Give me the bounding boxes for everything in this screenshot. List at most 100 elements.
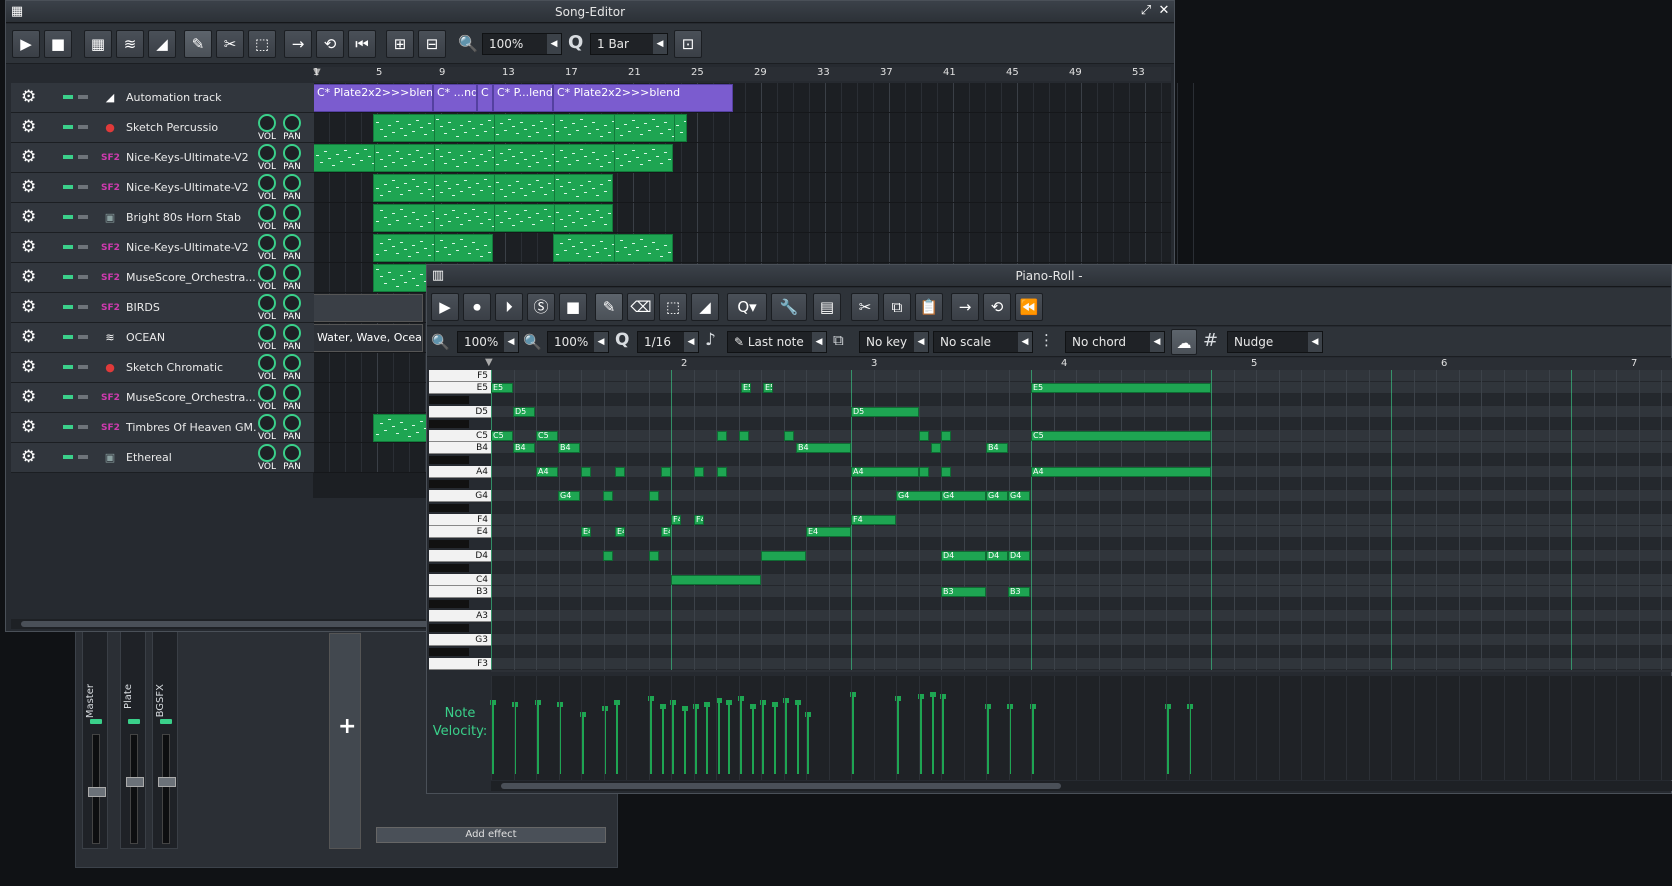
note-grid[interactable]: E5 E5 E5 E5 D5 D5 C5 C5 C5 B4 B4 B4 B4 A4 A4 A4 G4 G4 G4 G4…	[491, 370, 1672, 672]
piano-roll-ruler[interactable]: ▼ 2 3 4 5 6 7	[485, 357, 1672, 370]
note[interactable]	[671, 575, 761, 585]
solo-button[interactable]	[78, 125, 88, 129]
gear-icon[interactable]: ⚙	[21, 207, 36, 227]
stop-behaviour-button[interactable]: ⏪	[1015, 293, 1043, 321]
note[interactable]: A4	[851, 467, 919, 477]
mute-button[interactable]	[63, 365, 73, 369]
mute-button[interactable]	[63, 185, 73, 189]
pattern-clip[interactable]	[373, 114, 687, 142]
track-row[interactable]: ⚙ ● Sketch Percussio VOL PAN	[11, 113, 314, 143]
note[interactable]: E5	[741, 383, 751, 393]
piano-roll-scrollbar[interactable]	[491, 781, 1672, 791]
gear-icon[interactable]: ⚙	[21, 327, 36, 347]
proportional-snap-button[interactable]: ⊡	[674, 30, 702, 58]
gear-icon[interactable]: ⚙	[21, 117, 36, 137]
white-key[interactable]: A3	[429, 610, 491, 622]
white-key[interactable]: D4	[429, 550, 491, 562]
ocean-sample-clip[interactable]: Water, Wave, Ocean,	[313, 324, 423, 352]
solo-button[interactable]	[78, 425, 88, 429]
scrollbar-thumb[interactable]	[501, 783, 1061, 789]
remove-bar-button[interactable]: ⊟	[418, 30, 446, 58]
ghost-notes-button[interactable]: ☁	[1171, 329, 1197, 355]
black-key[interactable]	[429, 396, 469, 404]
velocity-bar[interactable]	[930, 692, 936, 774]
mute-button[interactable]	[63, 395, 73, 399]
pan-knob[interactable]: PAN	[281, 234, 303, 262]
white-key[interactable]: D5	[429, 406, 491, 418]
velocity-bar[interactable]	[670, 700, 676, 774]
note[interactable]	[717, 467, 727, 477]
gear-icon[interactable]: ⚙	[21, 147, 36, 167]
black-key[interactable]	[429, 504, 469, 512]
velocity-bar[interactable]	[738, 696, 744, 774]
white-key[interactable]: C5	[429, 430, 491, 442]
volume-knob[interactable]: VOL	[256, 354, 278, 382]
solo-button[interactable]	[78, 95, 88, 99]
note[interactable]	[931, 443, 941, 453]
fader-knob[interactable]	[126, 777, 144, 787]
volume-knob[interactable]: VOL	[256, 174, 278, 202]
draw-mode-button[interactable]: ✎	[184, 30, 212, 58]
gear-icon[interactable]: ⚙	[21, 297, 36, 317]
note[interactable]: B4	[986, 443, 1008, 453]
note[interactable]	[581, 467, 591, 477]
volume-knob[interactable]: VOL	[256, 204, 278, 232]
record-while-playing-button[interactable]: ⏵	[495, 293, 523, 321]
pan-knob[interactable]: PAN	[281, 444, 303, 472]
volume-knob[interactable]: VOL	[256, 414, 278, 442]
velocity-bar[interactable]	[783, 698, 789, 774]
velocity-bar[interactable]	[1165, 704, 1171, 774]
automation-clip[interactable]: C	[477, 84, 493, 112]
note[interactable]: E4	[806, 527, 851, 537]
white-key[interactable]: E5	[429, 382, 491, 394]
black-key[interactable]	[429, 648, 469, 656]
knife-mode-button[interactable]: ✂	[216, 30, 244, 58]
note[interactable]	[941, 431, 951, 441]
white-key[interactable]: F4	[429, 514, 491, 526]
clip-menu-button[interactable]: ▤	[813, 293, 841, 321]
velocity-bar[interactable]	[918, 694, 924, 774]
track-row[interactable]: ⚙ SF2 MuseScore_Orchestra... VOL PAN	[11, 263, 314, 293]
insert-bar-button[interactable]: ⊞	[386, 30, 414, 58]
auto-scroll-button[interactable]: →	[284, 30, 312, 58]
pan-knob[interactable]: PAN	[281, 294, 303, 322]
mute-button[interactable]	[63, 155, 73, 159]
play-button[interactable]: ▶	[12, 30, 40, 58]
stop-behaviour-button[interactable]: ⏮	[348, 30, 376, 58]
pattern-clip[interactable]	[373, 414, 433, 442]
record-song-button[interactable]: Ⓢ	[527, 293, 555, 321]
scale-combo[interactable]: No scale ◀	[933, 331, 1033, 353]
solo-button[interactable]	[78, 275, 88, 279]
mute-button[interactable]	[63, 215, 73, 219]
note[interactable]: E4	[661, 527, 671, 537]
quantize-combo[interactable]: 1 Bar ◀	[590, 33, 668, 55]
white-key[interactable]: B4	[429, 442, 491, 454]
velocity-bar[interactable]	[750, 704, 756, 774]
note[interactable]: G4	[1008, 491, 1030, 501]
note[interactable]: D5	[851, 407, 919, 417]
pattern-clip[interactable]	[313, 144, 673, 172]
record-button[interactable]: ⏺	[463, 293, 491, 321]
mute-button[interactable]	[63, 455, 73, 459]
track-row[interactable]: ⚙ ≋ OCEAN VOL PAN	[11, 323, 314, 353]
solo-button[interactable]	[78, 245, 88, 249]
pattern-clip[interactable]	[373, 204, 613, 232]
stop-button[interactable]: ■	[44, 30, 72, 58]
solo-button[interactable]	[78, 215, 88, 219]
pattern-clip[interactable]	[373, 174, 613, 202]
note[interactable]: E4	[615, 527, 625, 537]
velocity-bar[interactable]	[704, 702, 710, 774]
white-key[interactable]: G4	[429, 490, 491, 502]
pan-knob[interactable]: PAN	[281, 114, 303, 142]
mute-button[interactable]	[63, 275, 73, 279]
pattern-clip[interactable]	[373, 264, 433, 292]
sample-clip[interactable]	[313, 294, 423, 322]
track-row[interactable]: ⚙ SF2 Nice-Keys-Ultimate-V2 VOL PAN	[11, 233, 314, 263]
velocity-bar[interactable]	[535, 700, 541, 774]
note-length-combo[interactable]: ✎ Last note ◀	[727, 331, 827, 353]
note[interactable]: C5	[1031, 431, 1211, 441]
solo-button[interactable]	[78, 395, 88, 399]
note[interactable]	[649, 551, 659, 561]
piano-keyboard[interactable]: F5 E5 D5 C5 B4 A4 G4 F4 E4 D4 C4 B3 A3 G3 F3	[429, 370, 491, 672]
volume-knob[interactable]: VOL	[256, 324, 278, 352]
